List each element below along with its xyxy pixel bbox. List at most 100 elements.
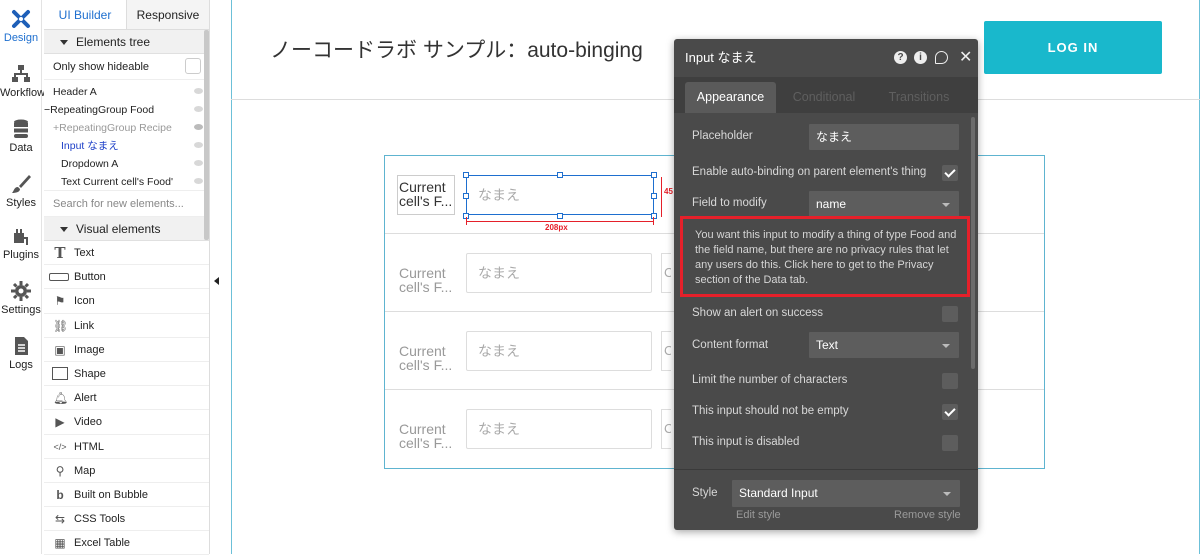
visual-element-html[interactable]: </> HTML xyxy=(44,435,209,459)
cell-text[interactable]: Current cell's F... xyxy=(399,266,452,294)
privacy-warning-text[interactable]: You want this input to modify a thing of… xyxy=(695,228,957,288)
resize-handle[interactable] xyxy=(651,213,657,219)
close-icon[interactable]: ✕ xyxy=(959,39,972,77)
nav-plugins[interactable]: Plugins xyxy=(0,225,42,261)
visual-element-alert[interactable]: 🔔︎ Alert xyxy=(44,386,209,411)
visual-element-label: CSS Tools xyxy=(74,513,126,526)
privacy-warning-box[interactable]: You want this input to modify a thing of… xyxy=(680,216,970,297)
eye-icon[interactable] xyxy=(194,106,203,112)
cell-text[interactable]: Current cell's F... xyxy=(399,422,452,450)
resize-handle[interactable] xyxy=(651,172,657,178)
not-empty-checkbox[interactable] xyxy=(942,404,958,420)
only-show-hideable-checkbox[interactable] xyxy=(185,58,201,74)
tree-item-repeatinggroup-recipe[interactable]: +RepeatingGroup Recipe xyxy=(44,119,209,137)
input-namae[interactable]: なまえ xyxy=(466,253,652,293)
visual-element-built-on-bubble[interactable]: b Built on Bubble xyxy=(44,483,209,508)
auto-binding-checkbox[interactable] xyxy=(942,165,958,181)
editor-header[interactable]: Input なまえ ? i ✕ xyxy=(674,39,978,77)
eye-icon[interactable] xyxy=(194,142,203,148)
nav-design[interactable]: Design xyxy=(0,8,42,44)
nav-workflow[interactable]: Workflow xyxy=(0,63,45,99)
visual-element-text[interactable]: T Text xyxy=(44,241,209,266)
tab-conditional[interactable]: Conditional xyxy=(784,82,864,113)
editor-tabs: Appearance Conditional Transitions xyxy=(674,77,978,113)
cell-text[interactable]: Current cell's F... xyxy=(397,175,455,215)
cell-text-line: cell's F... xyxy=(399,193,453,209)
resize-handle[interactable] xyxy=(557,172,563,178)
tab-appearance[interactable]: Appearance xyxy=(685,82,776,113)
resize-handle[interactable] xyxy=(651,193,657,199)
cell-text[interactable]: Current cell's F... xyxy=(399,344,452,372)
chevron-down-icon xyxy=(943,492,951,496)
nav-logs[interactable]: Logs xyxy=(0,335,42,371)
edit-style-link[interactable]: Edit style xyxy=(736,509,781,521)
input-namae[interactable]: なまえ xyxy=(466,409,652,449)
nav-data[interactable]: Data xyxy=(0,118,42,154)
tree-item-label: Dropdown A xyxy=(61,158,119,170)
tree-item-input-namae[interactable]: Input なまえ xyxy=(44,137,209,155)
button-icon xyxy=(49,273,69,282)
image-icon: ▣ xyxy=(54,342,66,357)
tab-ui-builder[interactable]: UI Builder xyxy=(44,0,127,29)
tab-transitions[interactable]: Transitions xyxy=(879,82,959,113)
elements-tree-header[interactable]: Elements tree xyxy=(44,30,209,54)
tree-item-header-a[interactable]: Header A xyxy=(44,83,209,101)
alert-on-success-checkbox[interactable] xyxy=(942,306,958,322)
visual-element-label: Text xyxy=(74,247,95,259)
visual-element-css-tools[interactable]: ⇆ CSS Tools xyxy=(44,507,209,532)
tab-responsive[interactable]: Responsive xyxy=(127,0,209,29)
only-show-hideable-row: Only show hideable xyxy=(44,54,209,80)
page-title[interactable]: ノーコードラボ サンプル：auto-binging xyxy=(270,34,643,64)
input-namae[interactable]: なまえ xyxy=(466,331,652,371)
width-ruler-tick xyxy=(466,217,467,225)
info-icon[interactable]: i xyxy=(914,51,927,64)
visual-elements-header[interactable]: Visual elements xyxy=(44,217,209,241)
eye-icon[interactable] xyxy=(194,160,203,166)
dropdown-cut[interactable]: C xyxy=(661,331,671,371)
resize-handle[interactable] xyxy=(557,213,563,219)
help-icon[interactable]: ? xyxy=(894,51,907,64)
alert-on-success-label: Show an alert on success xyxy=(692,307,824,319)
caret-down-icon xyxy=(60,227,68,233)
panel-scrollbar[interactable] xyxy=(204,30,209,240)
comment-icon[interactable] xyxy=(935,51,948,64)
tree-item-dropdown-a[interactable]: Dropdown A xyxy=(44,155,209,173)
dropdown-cut[interactable]: C xyxy=(661,253,671,293)
visual-element-button[interactable]: Button xyxy=(44,265,209,290)
eye-icon[interactable] xyxy=(194,178,203,184)
visual-element-image[interactable]: ▣ Image xyxy=(44,338,209,362)
visual-element-shape[interactable]: Shape xyxy=(44,362,209,387)
eye-icon[interactable] xyxy=(194,88,203,94)
visual-element-link[interactable]: ⛓ Link xyxy=(44,314,209,338)
style-dropdown[interactable]: Standard Input xyxy=(732,480,960,507)
visual-element-video[interactable]: ▶ Video xyxy=(44,410,209,435)
input-namae-selected[interactable]: なまえ xyxy=(466,175,654,215)
nav-settings[interactable]: Settings xyxy=(0,280,42,316)
eye-slash-icon[interactable] xyxy=(194,124,203,130)
disabled-checkbox[interactable] xyxy=(942,435,958,451)
dropdown-cut[interactable]: C xyxy=(661,409,671,449)
tree-item-repeatinggroup-food[interactable]: −RepeatingGroup Food xyxy=(44,101,209,119)
limit-characters-checkbox[interactable] xyxy=(942,373,958,389)
field-to-modify-dropdown[interactable]: name xyxy=(809,191,959,217)
tree-item-label: RepeatingGroup Recipe xyxy=(59,122,172,134)
collapse-panel-icon[interactable] xyxy=(214,277,219,285)
field-to-modify-label: Field to modify xyxy=(692,197,767,209)
visual-element-excel-table[interactable]: ▦ Excel Table xyxy=(44,531,209,555)
tree-item-label: Input なまえ xyxy=(61,140,119,152)
visual-element-label: Video xyxy=(74,416,102,429)
nav-styles[interactable]: Styles xyxy=(0,173,42,209)
placeholder-input[interactable]: なまえ xyxy=(809,124,959,150)
search-elements-input[interactable]: Search for new elements... xyxy=(44,191,209,217)
remove-style-link[interactable]: Remove style xyxy=(894,509,961,521)
resize-handle[interactable] xyxy=(463,193,469,199)
editor-scrollbar[interactable] xyxy=(971,117,975,369)
visual-element-map[interactable]: ⚲ Map xyxy=(44,459,209,483)
tree-item-text-current-cell[interactable]: Text Current cell's Food' xyxy=(44,173,209,191)
visual-element-icon[interactable]: ⚑ Icon xyxy=(44,289,209,314)
width-ruler-tick xyxy=(653,217,654,225)
login-button[interactable]: LOG IN xyxy=(984,21,1162,74)
content-format-dropdown[interactable]: Text xyxy=(809,332,959,358)
resize-handle[interactable] xyxy=(463,172,469,178)
editor-divider xyxy=(674,469,978,470)
